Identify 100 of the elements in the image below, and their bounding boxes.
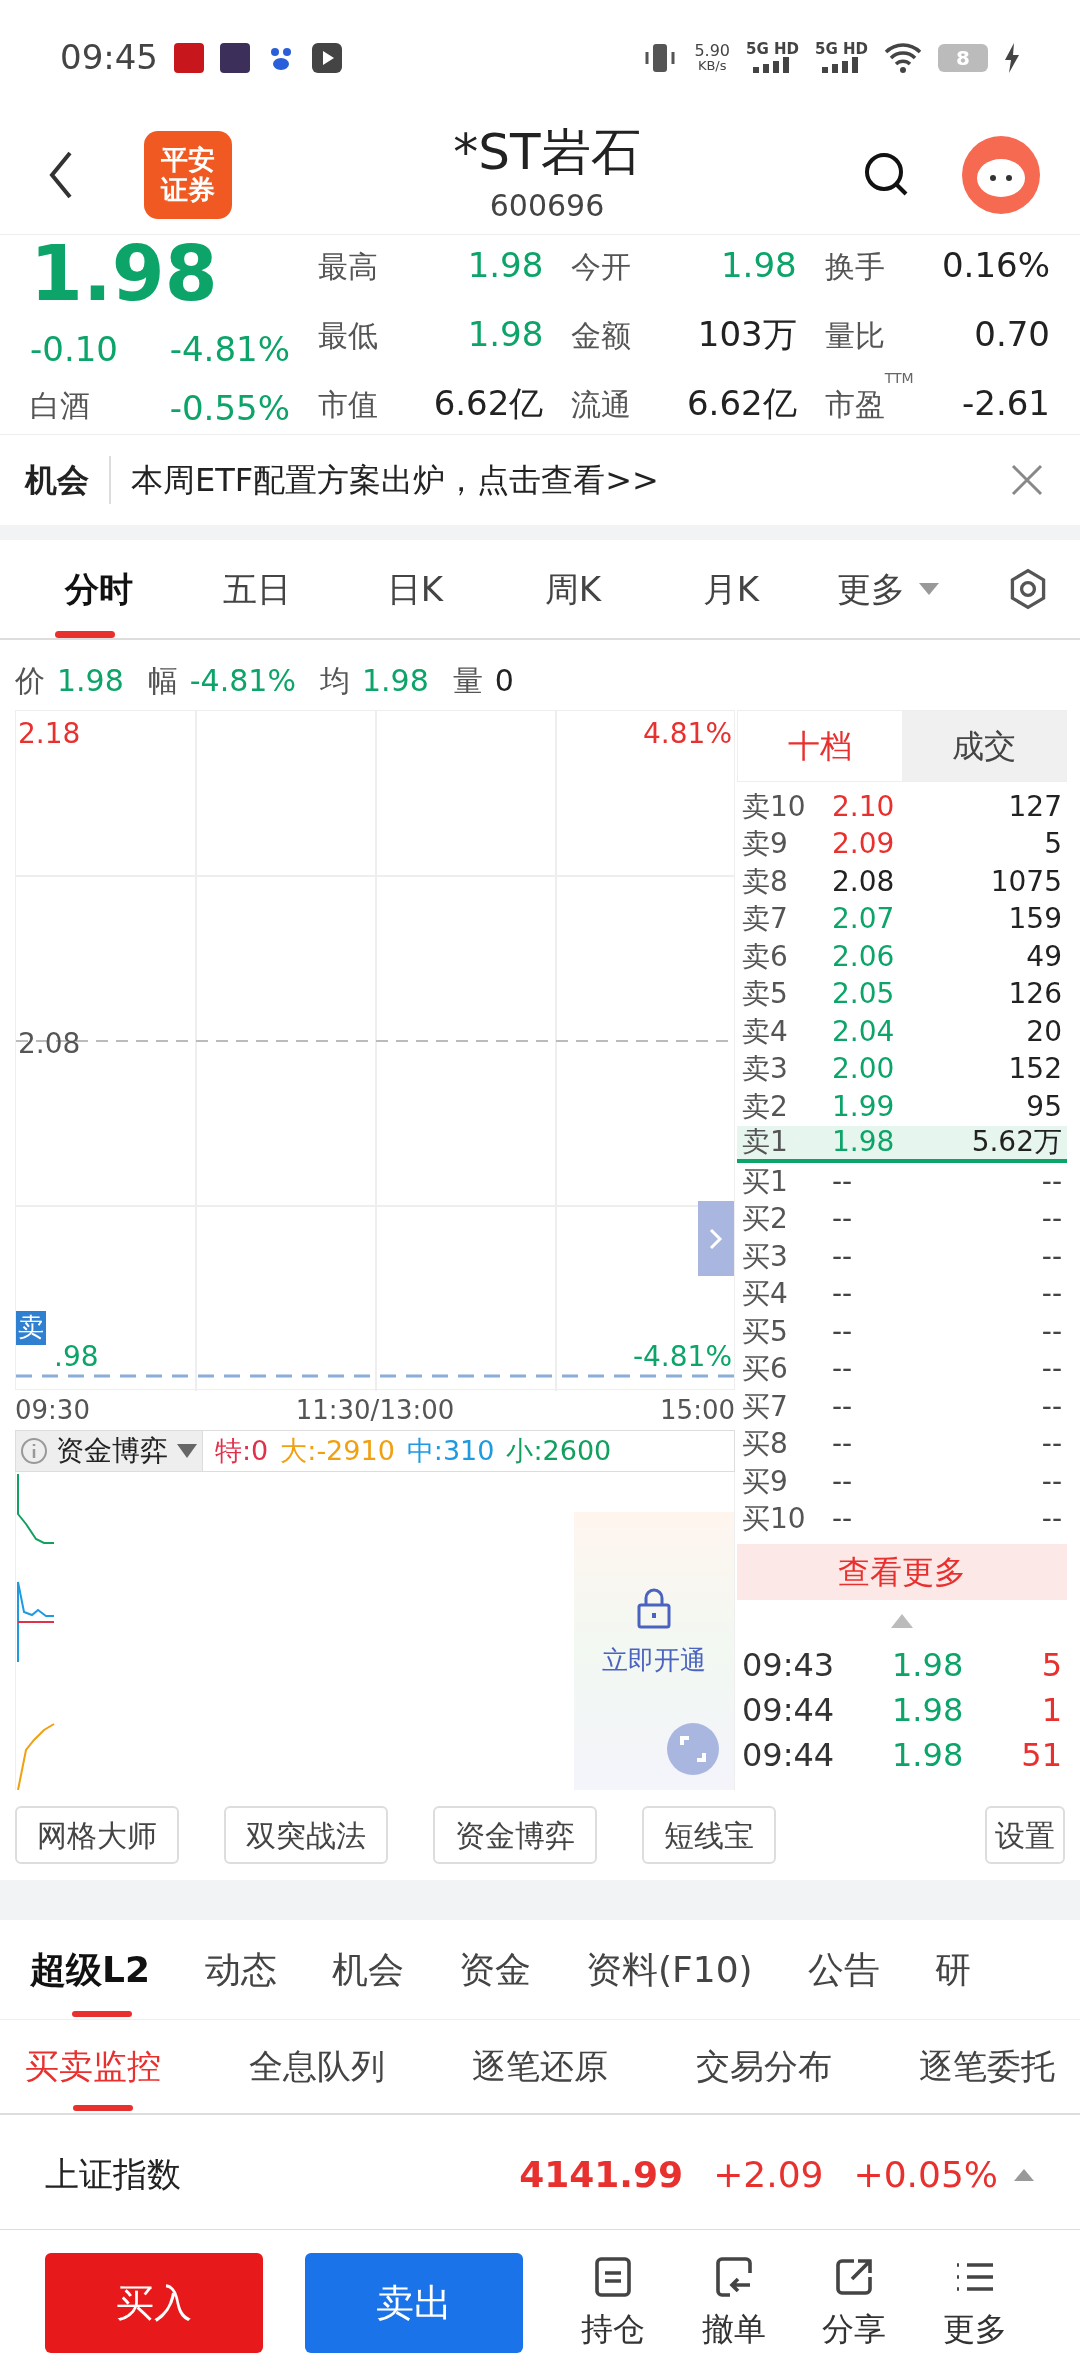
time-label: 15:00	[660, 1393, 735, 1427]
index-change: +2.09	[713, 2152, 824, 2197]
stat-value: 6.62亿	[433, 382, 544, 425]
chart-tab[interactable]: 周K	[494, 540, 652, 638]
section-tab[interactable]: 资金	[459, 1920, 531, 2019]
trade-marker: 卖	[16, 1311, 46, 1345]
info-value: 0	[494, 661, 514, 700]
up-triangle-icon[interactable]	[890, 1613, 914, 1629]
stat-label: 流通	[571, 387, 632, 422]
stat-label: 换手	[824, 249, 885, 284]
up-triangle-icon[interactable]	[1013, 2167, 1035, 2182]
ask-row-text: 卖9 2.09 5	[741, 826, 1063, 863]
sub-tab[interactable]: 全息队列	[248, 2020, 385, 2113]
tool-button[interactable]: 网格大师	[15, 1806, 179, 1864]
sector-change: -0.55%	[169, 386, 290, 430]
info-label: 幅	[147, 661, 178, 700]
time-label: 09:30	[15, 1393, 90, 1427]
app-icon	[174, 42, 204, 73]
stat-label: 最低	[318, 318, 378, 353]
app-icon	[220, 42, 250, 73]
sector-name: 白酒	[30, 386, 90, 425]
fullscreen-icon[interactable]	[667, 1723, 719, 1775]
chart-tab[interactable]: 五日	[178, 540, 336, 638]
buy-button[interactable]: 买入	[45, 2253, 263, 2353]
sub-tab[interactable]: 逐笔委托	[919, 2020, 1055, 2113]
fund-value: 大:-2910	[280, 1433, 395, 1468]
toolbar-button[interactable]: 分享	[822, 2253, 887, 2353]
stat-value: 1.98	[720, 244, 797, 287]
bid-row-text: 买4 -- --	[741, 1276, 1063, 1313]
chart-tab[interactable]: 更多	[810, 540, 968, 638]
settings-button[interactable]: 设置	[985, 1806, 1065, 1864]
unlock-label: 立即开通	[602, 1644, 706, 1677]
index-name: 上证指数	[45, 2153, 182, 2196]
stock-title: *ST岩石	[453, 121, 641, 183]
stat-label: 量比	[824, 318, 885, 353]
play-icon	[312, 42, 342, 73]
sell-button[interactable]: 卖出	[305, 2253, 523, 2353]
section-tab[interactable]: 超级L2	[30, 1920, 150, 2019]
info-value: 1.98	[361, 661, 429, 700]
tool-button[interactable]: 短线宝	[642, 1806, 776, 1864]
ask-row-text: 卖2 1.99 95	[741, 1088, 1063, 1125]
toolbar-button[interactable]: 持仓	[581, 2253, 646, 2353]
info-value: 1.98	[57, 661, 124, 700]
section-tab[interactable]: 研	[934, 1920, 971, 2019]
tool-button[interactable]: 资金博弈	[433, 1806, 597, 1864]
chart-tab[interactable]: 月K	[652, 540, 810, 638]
caret-icon	[917, 581, 941, 597]
stat-value: -2.61	[962, 382, 1050, 425]
battery-indicator: 8	[938, 43, 988, 72]
indicator-selector[interactable]: 资金博弈	[16, 1431, 203, 1471]
locked-overlay[interactable]: 立即开通	[574, 1512, 734, 1790]
bid-row-text: 买9 -- --	[741, 1463, 1063, 1500]
ask-row-text: 卖8 2.08 1075	[741, 863, 1063, 900]
banner-link[interactable]: 本周ETF配置方案出炉，点击查看>>	[131, 456, 1009, 504]
tool-button[interactable]: 双突战法	[224, 1806, 388, 1864]
section-tab[interactable]: 公告	[807, 1920, 880, 2019]
info-label: 均	[319, 661, 350, 700]
net-speed: 5.90	[694, 43, 731, 59]
chart-tab[interactable]: 分时	[20, 540, 178, 638]
axis-label: 2.18	[18, 716, 81, 752]
info-label: 量	[452, 661, 483, 700]
expand-handle[interactable]	[698, 1201, 734, 1276]
assistant-avatar-icon[interactable]	[962, 135, 1040, 214]
stat-value: 0.16%	[941, 244, 1050, 287]
caret-icon	[176, 1443, 198, 1459]
order-book-tab[interactable]: 成交	[902, 711, 1066, 781]
ask-row-text: 卖4 2.04 20	[741, 1013, 1063, 1050]
last-price: 1.98	[30, 235, 219, 312]
wifi-icon	[884, 41, 922, 74]
trade-row-text: 09:44 1.98 51	[741, 1734, 1063, 1776]
stat-value: 6.62亿	[686, 382, 797, 425]
close-icon[interactable]	[1009, 462, 1045, 498]
chart-tab[interactable]: 日K	[336, 540, 494, 638]
ask-row-text: 卖10 2.10 127	[741, 788, 1063, 825]
info-icon	[20, 1437, 48, 1465]
ask-row-text: 卖5 2.05 126	[741, 976, 1063, 1013]
section-tab[interactable]: 机会	[332, 1920, 404, 2019]
change-percent: -4.81%	[169, 327, 290, 371]
bid-row-text: 买2 -- --	[741, 1201, 1063, 1238]
view-more-button[interactable]: 查看更多	[737, 1544, 1067, 1600]
bid-row-text: 买7 -- --	[741, 1388, 1063, 1425]
section-tab[interactable]: 动态	[205, 1920, 277, 2019]
broker-logo: 平安 证券	[144, 130, 232, 219]
trade-row-text: 09:44 1.98 1	[741, 1689, 1063, 1731]
stat-label: 市值	[318, 387, 378, 422]
time-label: 11:30/13:00	[295, 1393, 455, 1427]
network-label: 5G HD	[746, 42, 799, 57]
fund-value: 小:2600	[506, 1433, 612, 1468]
sub-tab[interactable]: 交易分布	[695, 2020, 832, 2113]
bid-row-text: 买8 -- --	[741, 1426, 1063, 1463]
sub-tab[interactable]: 逐笔还原	[472, 2020, 608, 2113]
stat-value: 1.98	[467, 313, 544, 356]
chevron-right-icon	[708, 1226, 724, 1251]
info-label: 价	[15, 661, 45, 700]
bid-row-text: 买5 -- --	[741, 1313, 1063, 1350]
toolbar-button[interactable]: 更多	[942, 2253, 1007, 2353]
toolbar-button[interactable]: 撤单	[701, 2253, 766, 2353]
section-tab[interactable]: 资料(F10)	[586, 1920, 753, 2019]
network-label: 5G HD	[815, 42, 868, 57]
sub-tab[interactable]: 买卖监控	[25, 2020, 161, 2113]
